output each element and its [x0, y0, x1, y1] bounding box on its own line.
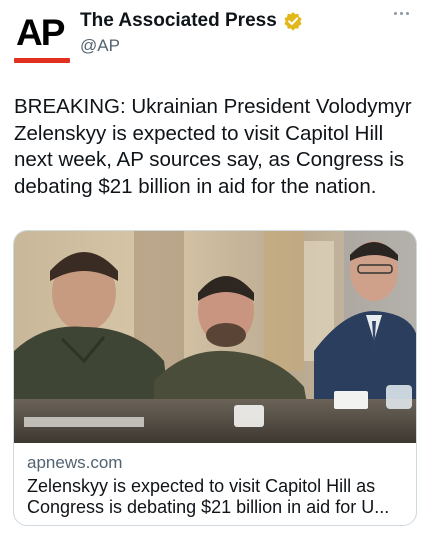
name-row: The Associated Press [80, 10, 303, 32]
link-card-domain: apnews.com [27, 453, 123, 472]
avatar-logo-text: AP [16, 12, 65, 53]
link-card-title[interactable]: Zelenskyy is expected to visit Capitol H… [27, 476, 407, 518]
handle[interactable]: @AP [80, 36, 120, 56]
link-card-image[interactable] [14, 231, 416, 443]
link-card[interactable]: apnews.com Zelenskyy is expected to visi… [13, 230, 417, 526]
tweet-header: AP The Associated Press @AP [0, 0, 430, 80]
meeting-photo [14, 231, 416, 443]
more-options-icon[interactable] [394, 12, 414, 20]
avatar[interactable]: AP [14, 12, 70, 63]
verified-badge-icon [283, 11, 303, 31]
avatar-logo-bar [14, 58, 70, 63]
display-name[interactable]: The Associated Press [80, 10, 277, 32]
link-card-meta: apnews.com Zelenskyy is expected to visi… [27, 453, 407, 518]
tweet-text: BREAKING: Ukrainian President Volodymyr … [14, 95, 412, 198]
